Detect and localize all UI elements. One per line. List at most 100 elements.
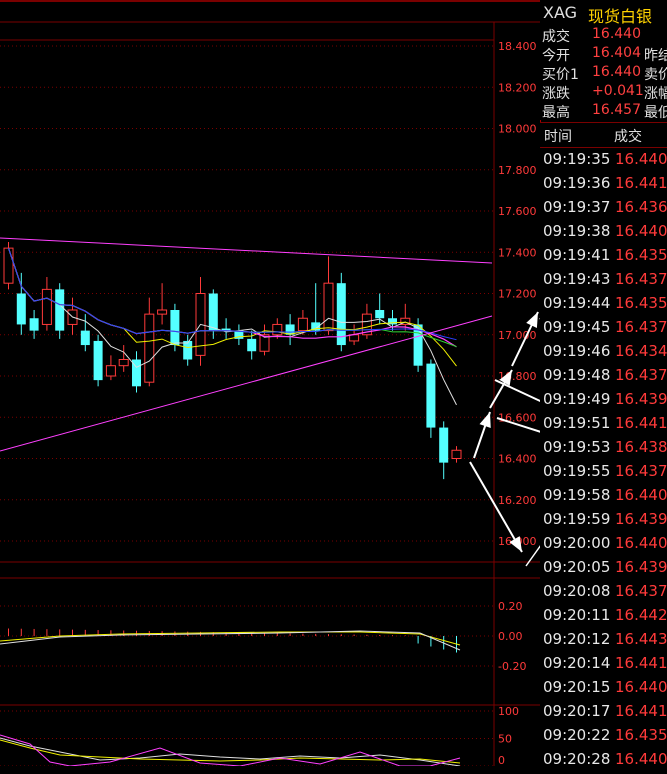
trade-row[interactable]: 09:20:05 16.439	[540, 558, 667, 582]
quote-value: 16.404	[592, 45, 641, 61]
kline-chart-svg[interactable]: 18.400 18.200 18.000 17.800 17.600 17.400 17.2…	[0, 0, 540, 766]
quote-row-high: 最高 16.457 最低	[540, 102, 667, 122]
trade-row[interactable]: 09:19:51 16.441	[540, 414, 667, 438]
quote-label2: 涨幅	[644, 86, 667, 102]
trendline-upper	[0, 237, 493, 264]
candle-body-up	[297, 317, 308, 332]
axis-label-price: 18.000	[498, 123, 537, 136]
ma20-line	[7, 247, 457, 348]
trade-price: 16.435	[615, 726, 667, 744]
candle-body-down	[93, 340, 103, 381]
trade-row[interactable]: 09:19:49 16.439	[540, 390, 667, 414]
candle-body-down	[426, 363, 436, 428]
trade-time: 09:19:59	[543, 510, 611, 528]
trade-time: 09:19:36	[543, 174, 611, 192]
candle-body-down	[439, 427, 449, 463]
trade-row[interactable]: 09:20:22 16.435	[540, 726, 667, 750]
trade-time: 09:19:48	[543, 366, 611, 384]
kdj-k-line	[0, 737, 461, 766]
ma5-line	[8, 247, 457, 406]
trade-row[interactable]: 09:19:55 16.437	[540, 462, 667, 486]
trade-row[interactable]: 09:20:14 16.441	[540, 654, 667, 678]
macd-axis-label: 0.20	[498, 600, 523, 613]
macd-axis-label: -0.20	[498, 660, 526, 673]
trade-time: 09:19:35	[543, 150, 611, 168]
trade-row[interactable]: 09:19:59 16.439	[540, 510, 667, 534]
trade-row[interactable]: 09:20:15 16.440	[540, 678, 667, 702]
quote-row-open: 今开 16.404 昨结	[540, 45, 667, 65]
trade-row[interactable]: 09:19:38 16.440	[540, 222, 667, 246]
trade-row[interactable]: 09:20:28 16.440	[540, 750, 667, 774]
trade-row[interactable]: 09:19:48 16.437	[540, 366, 667, 390]
trade-time: 09:19:55	[543, 462, 611, 480]
quote-header: XAG 现货白银	[540, 0, 667, 26]
quote-label2: 昨结	[644, 48, 667, 64]
candle-body-up	[349, 334, 360, 342]
trade-time: 09:19:58	[543, 486, 611, 504]
trade-price: 16.440	[615, 750, 667, 768]
quote-value: +0.041	[592, 83, 644, 99]
axis-label-price: 17.000	[498, 329, 537, 342]
trade-row[interactable]: 09:20:00 16.440	[540, 534, 667, 558]
candle-body-down	[375, 310, 385, 319]
trade-price: 16.439	[615, 510, 667, 528]
kdj-axis-label: 0	[498, 754, 505, 766]
macd-dif-line	[0, 630, 461, 651]
trade-time: 09:20:12	[543, 630, 611, 648]
candle-body-up	[272, 323, 283, 336]
axis-label-price: 17.800	[498, 164, 537, 177]
candle-body-up	[3, 247, 14, 284]
trade-row[interactable]: 09:20:17 16.441	[540, 702, 667, 726]
kline-chart-area[interactable]: 18.400 18.200 18.000 17.800 17.600 17.400 17.2…	[0, 0, 540, 766]
trade-price: 16.435	[615, 246, 667, 264]
trade-time: 09:19:41	[543, 246, 611, 264]
trade-row[interactable]: 09:20:08 16.437	[540, 582, 667, 606]
trade-row[interactable]: 09:19:43 16.437	[540, 270, 667, 294]
candle-body-down	[55, 289, 65, 331]
trade-row[interactable]: 09:19:37 16.436	[540, 198, 667, 222]
quote-row-bid: 买价1 16.440 卖价	[540, 64, 667, 84]
axis-label-price: 17.400	[498, 246, 537, 259]
trade-row[interactable]: 09:19:53 16.438	[540, 438, 667, 462]
candle-body-up	[323, 282, 334, 332]
trade-time: 09:20:11	[543, 606, 611, 624]
trade-price: 16.437	[615, 462, 667, 480]
arrow-down	[469, 461, 523, 553]
trade-price: 16.440	[615, 534, 667, 552]
trade-time: 09:19:53	[543, 438, 611, 456]
trade-price: 16.440	[615, 486, 667, 504]
candle-body-down	[183, 340, 193, 360]
kdj-j-line	[0, 734, 461, 766]
trade-row[interactable]: 09:19:45 16.437	[540, 318, 667, 342]
axis-label-price: 17.200	[498, 288, 537, 301]
trade-price: 16.440	[615, 678, 667, 696]
trade-row[interactable]: 09:19:58 16.440	[540, 486, 667, 510]
quote-value: 16.440	[592, 64, 641, 80]
quote-value: 16.440	[592, 26, 641, 42]
trade-time: 09:20:22	[543, 726, 611, 744]
axis-label-price: 16.400	[498, 453, 537, 466]
trade-row[interactable]: 09:19:44 16.435	[540, 294, 667, 318]
trade-price: 16.441	[615, 174, 667, 192]
quote-row-last: 成交 16.440	[540, 26, 667, 46]
trade-row[interactable]: 09:19:46 16.434	[540, 342, 667, 366]
trade-row[interactable]: 09:19:35 16.440	[540, 150, 667, 174]
trade-row[interactable]: 09:20:12 16.443	[540, 630, 667, 654]
trade-price: 16.434	[615, 342, 667, 360]
trade-price: 16.440	[615, 150, 667, 168]
trade-row[interactable]: 09:19:36 16.441	[540, 174, 667, 198]
trades-list[interactable]: 09:19:35 16.440 09:19:36 16.441 09:19:37 16.4…	[540, 148, 667, 768]
trade-price: 16.437	[615, 270, 667, 288]
trade-price: 16.442	[615, 606, 667, 624]
trade-time: 09:20:17	[543, 702, 611, 720]
trade-price: 16.435	[615, 294, 667, 312]
trade-row[interactable]: 09:20:11 16.442	[540, 606, 667, 630]
macd-axis-label: 0.00	[498, 630, 523, 643]
trade-row[interactable]: 09:19:41 16.435	[540, 246, 667, 270]
candle-body-up	[41, 288, 52, 325]
trade-price: 16.437	[615, 366, 667, 384]
candle-body-up	[157, 309, 168, 315]
candle-body-down	[247, 338, 257, 352]
trades-header: 时间 成交	[540, 122, 667, 148]
trade-price: 16.441	[615, 414, 667, 432]
